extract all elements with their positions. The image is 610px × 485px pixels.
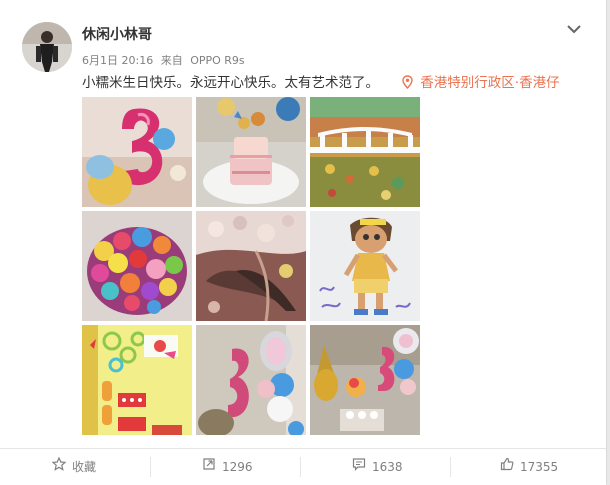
comment-icon xyxy=(352,449,366,485)
chevron-down-icon[interactable] xyxy=(566,20,582,34)
favorite-button[interactable]: 收藏 xyxy=(51,449,97,485)
photo-birthday-cake[interactable] xyxy=(196,97,306,207)
divider xyxy=(300,457,301,477)
location-pin-icon xyxy=(402,75,420,91)
favorite-label: 收藏 xyxy=(72,460,97,474)
post-meta: 6月1日 20:16 来自 OPPO R9s xyxy=(82,52,245,68)
star-icon xyxy=(51,449,67,485)
username[interactable]: 休闲小林哥 xyxy=(82,24,152,44)
post-source[interactable]: OPPO R9s xyxy=(190,54,244,67)
photo-dora-drawing[interactable] xyxy=(310,211,420,321)
thumbs-up-icon xyxy=(500,449,514,485)
photo-grid xyxy=(82,97,421,437)
like-button[interactable]: 17355 xyxy=(500,449,558,485)
post-time[interactable]: 6月1日 20:16 xyxy=(82,54,153,67)
avatar[interactable] xyxy=(22,22,72,72)
divider xyxy=(450,457,451,477)
photo-balloons-closeup[interactable] xyxy=(196,325,306,435)
comment-count: 1638 xyxy=(372,460,403,474)
post-text: 小糯米生日快乐。永远开心快乐。太有艺术范了。 xyxy=(82,75,379,91)
like-count: 17355 xyxy=(520,460,559,474)
photo-balloons-room[interactable] xyxy=(310,325,420,435)
photo-bridge-painting[interactable] xyxy=(310,97,420,207)
photo-feather-artwork[interactable] xyxy=(196,211,306,321)
repost-count: 1296 xyxy=(222,460,253,474)
location-link[interactable]: 香港特别行政区·香港仔 xyxy=(402,71,560,91)
divider xyxy=(150,457,151,477)
repost-button[interactable]: 1296 xyxy=(202,449,253,485)
action-bar: 收藏 1296 1638 17355 xyxy=(0,448,606,485)
photo-handmade-card[interactable] xyxy=(82,325,192,435)
source-prefix: 来自 xyxy=(160,54,183,67)
weibo-post-card: 休闲小林哥 6月1日 20:16 来自 OPPO R9s 小糯米生日快乐。永远开… xyxy=(0,0,607,485)
comment-button[interactable]: 1638 xyxy=(352,449,403,485)
photo-balloon-number[interactable] xyxy=(82,97,192,207)
repost-icon xyxy=(202,449,216,485)
photo-flower-collage[interactable] xyxy=(82,211,192,321)
location-label: 香港特别行政区·香港仔 xyxy=(420,75,560,91)
